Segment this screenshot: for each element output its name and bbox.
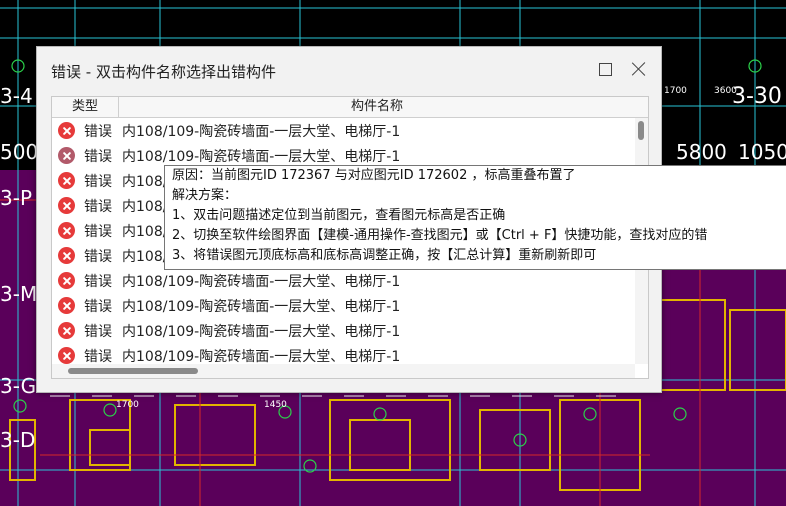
- row-component-name[interactable]: 内108/109-陶瓷砖墙面-一层大堂、电梯厅-1: [122, 296, 400, 316]
- row-type: 错误: [84, 174, 112, 190]
- row-type: 错误: [84, 124, 112, 140]
- error-icon: [58, 222, 75, 239]
- row-type: 错误: [84, 299, 112, 315]
- cad-axis-label: 3-4: [0, 84, 33, 108]
- grid-header: 类型 构件名称: [52, 97, 648, 118]
- row-component-name[interactable]: 内108/109-陶瓷砖墙面-一层大堂、电梯厅-1: [122, 346, 400, 366]
- cad-axis-label: 3-D: [0, 428, 36, 452]
- column-header-name[interactable]: 构件名称: [119, 97, 635, 117]
- error-icon: [58, 172, 75, 189]
- error-icon: [58, 147, 75, 164]
- cad-dimension: 1700: [664, 86, 687, 96]
- error-icon: [58, 322, 75, 339]
- cad-axis-label: 3-M: [0, 282, 38, 306]
- row-type: 错误: [84, 324, 112, 340]
- row-type: 错误: [84, 199, 112, 215]
- error-row[interactable]: 错误内108/109-陶瓷砖墙面-一层大堂、电梯厅-1: [52, 118, 635, 143]
- error-row[interactable]: 错误内108/109-陶瓷砖墙面-一层大堂、电梯厅-1: [52, 318, 635, 343]
- error-row[interactable]: 错误内108/109-陶瓷砖墙面-一层大堂、电梯厅-1: [52, 293, 635, 318]
- tooltip-step-2: 2、切换至软件绘图界面【建模-通用操作-查找图元】或【Ctrl + F】快捷功能…: [172, 228, 708, 243]
- cad-dimension: 3600: [714, 86, 737, 96]
- cad-axis-label: 3-G: [0, 374, 37, 398]
- error-icon: [58, 122, 75, 139]
- error-row[interactable]: 错误内108/109-陶瓷砖墙面-一层大堂、电梯厅-1: [52, 268, 635, 293]
- tooltip-solution-heading: 解决方案：: [172, 188, 238, 203]
- tooltip-reason: 原因：当前图元ID 172367 与对应图元ID 172602 ，标高重叠布置了: [172, 168, 576, 183]
- row-type: 错误: [84, 149, 112, 165]
- error-detail-tooltip: 原因：当前图元ID 172367 与对应图元ID 172602 ，标高重叠布置了…: [164, 165, 786, 270]
- horizontal-scroll-thumb[interactable]: [68, 368, 198, 374]
- cad-axis-label: 3-30: [732, 84, 782, 109]
- row-type: 错误: [84, 274, 112, 290]
- row-component-name[interactable]: 内108/109-陶瓷砖墙面-一层大堂、电梯厅-1: [122, 146, 400, 166]
- cad-dimension: 1700: [116, 400, 139, 410]
- row-type: 错误: [84, 224, 112, 240]
- error-icon: [58, 197, 75, 214]
- error-icon: [58, 297, 75, 314]
- tooltip-step-1: 1、双击问题描述定位到当前图元，查看图元标高是否正确: [172, 208, 506, 223]
- error-icon: [58, 272, 75, 289]
- dialog-titlebar[interactable]: 错误 - 双击构件名称选择出错构件: [37, 47, 661, 95]
- dialog-title: 错误 - 双击构件名称选择出错构件: [51, 63, 276, 81]
- maximize-icon[interactable]: [599, 63, 612, 76]
- cad-dimension: 500: [0, 140, 39, 164]
- column-header-type[interactable]: 类型: [52, 97, 119, 117]
- error-icon: [58, 347, 75, 364]
- row-type: 错误: [84, 249, 112, 265]
- cad-dimension: 1050: [738, 140, 786, 164]
- cad-axis-label: 3-P: [0, 186, 33, 210]
- tooltip-step-3: 3、将错误图元顶底标高和底标高调整正确，按【汇总计算】重新刷新即可: [172, 248, 597, 263]
- cad-dimension: 1450: [264, 400, 287, 410]
- error-icon: [58, 247, 75, 264]
- close-icon[interactable]: [629, 59, 649, 79]
- cad-dimension: 5800: [676, 140, 727, 164]
- row-component-name[interactable]: 内108/109-陶瓷砖墙面-一层大堂、电梯厅-1: [122, 321, 400, 341]
- vertical-scroll-thumb[interactable]: [638, 121, 644, 140]
- row-component-name[interactable]: 内108/109-陶瓷砖墙面-一层大堂、电梯厅-1: [122, 121, 400, 141]
- row-type: 错误: [84, 349, 112, 365]
- horizontal-scrollbar[interactable]: [52, 364, 635, 378]
- row-component-name[interactable]: 内108/109-陶瓷砖墙面-一层大堂、电梯厅-1: [122, 271, 400, 291]
